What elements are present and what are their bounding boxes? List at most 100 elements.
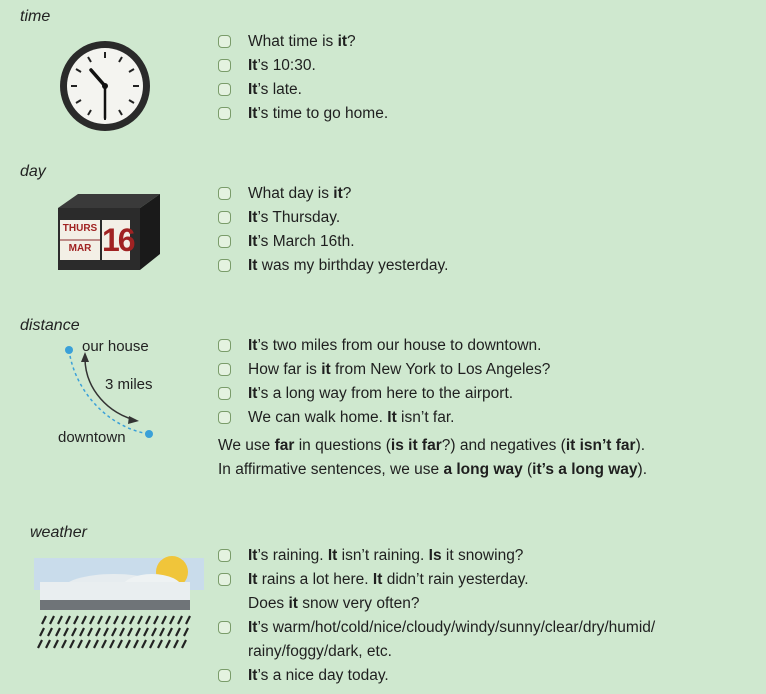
checkbox-icon[interactable] bbox=[218, 235, 231, 248]
bold-keyword: a long way bbox=[443, 461, 523, 478]
section-title-distance: distance bbox=[20, 317, 80, 334]
checkbox-icon[interactable] bbox=[218, 339, 231, 352]
bold-keyword: it bbox=[337, 33, 348, 50]
section-title-weather: weather bbox=[30, 524, 87, 541]
checkbox-icon[interactable] bbox=[218, 259, 231, 272]
clock-icon bbox=[60, 41, 150, 131]
checkbox-icon[interactable] bbox=[218, 573, 231, 586]
calendar-date: 16 bbox=[102, 222, 136, 258]
calendar-icon: THURS MAR 16 bbox=[50, 190, 165, 280]
checkbox-icon[interactable] bbox=[218, 411, 231, 424]
checkbox-icon[interactable] bbox=[218, 669, 231, 682]
example-sentence: How far is it from New York to Los Angel… bbox=[218, 358, 550, 382]
text-run: ). bbox=[635, 437, 646, 454]
checkbox-icon[interactable] bbox=[218, 107, 231, 120]
bold-keyword: it bbox=[333, 185, 343, 202]
text-run: it snowing? bbox=[441, 547, 524, 564]
bold-keyword: it’s a long way bbox=[532, 461, 638, 478]
text-run: ( bbox=[522, 461, 533, 478]
calendar-month: MAR bbox=[68, 243, 92, 254]
example-sentence: Does it snow very often? bbox=[218, 592, 655, 616]
weather-example-list: It’s raining. It isn’t raining. Is it sn… bbox=[218, 544, 655, 688]
label-our-house: our house bbox=[82, 338, 149, 355]
checkbox-icon[interactable] bbox=[218, 83, 231, 96]
text-run: ’s late. bbox=[257, 81, 302, 98]
calendar-weekday: THURS bbox=[62, 223, 98, 234]
text-run: ?) and negatives ( bbox=[441, 437, 566, 454]
example-sentence: It’s two miles from our house to downtow… bbox=[218, 334, 550, 358]
bold-keyword: it isn’t far bbox=[565, 437, 636, 454]
example-sentence: It’s raining. It isn’t raining. Is it sn… bbox=[218, 544, 655, 568]
text-run: How far is bbox=[248, 361, 322, 378]
bold-keyword: It bbox=[387, 409, 397, 426]
day-example-list: What day is it? It’s Thursday. It’s March … bbox=[218, 182, 448, 278]
example-sentence: We can walk home. It isn’t far. bbox=[218, 406, 550, 430]
checkbox-icon[interactable] bbox=[218, 59, 231, 72]
checkbox-icon[interactable] bbox=[218, 621, 231, 634]
text-run: rainy/foggy/dark, etc. bbox=[248, 643, 392, 660]
example-sentence: It’s late. bbox=[218, 78, 388, 102]
text-run: was my birthday yesterday. bbox=[257, 257, 449, 274]
text-run: snow very often? bbox=[297, 595, 420, 612]
checkbox-icon[interactable] bbox=[218, 387, 231, 400]
example-sentence: It’s warm/hot/cold/nice/cloudy/windy/sun… bbox=[218, 616, 655, 640]
text-run: isn’t raining. bbox=[337, 547, 429, 564]
text-run: What day is bbox=[248, 185, 334, 202]
text-run: isn’t far. bbox=[396, 409, 455, 426]
checkbox-icon[interactable] bbox=[218, 549, 231, 562]
example-sentence: What time is it? bbox=[218, 30, 388, 54]
text-run: We can walk home. bbox=[248, 409, 388, 426]
example-sentence: It’s Thursday. bbox=[218, 206, 448, 230]
checkbox-icon[interactable] bbox=[218, 363, 231, 376]
example-sentence: It’s March 16th. bbox=[218, 230, 448, 254]
text-run: ’s Thursday. bbox=[257, 209, 341, 226]
bold-keyword: It bbox=[372, 571, 383, 588]
text-run: in questions ( bbox=[294, 437, 391, 454]
text-run: We use bbox=[218, 437, 275, 454]
label-downtown: downtown bbox=[58, 429, 126, 446]
text-run: rains a lot here. bbox=[257, 571, 373, 588]
note-line: We use far in questions (is it far?) and… bbox=[218, 434, 647, 458]
bold-keyword: is it far bbox=[390, 437, 442, 454]
distance-usage-note: We use far in questions (is it far?) and… bbox=[218, 434, 647, 482]
checkbox-icon[interactable] bbox=[218, 187, 231, 200]
example-sentence: It’s a long way from here to the airport… bbox=[218, 382, 550, 406]
text-run: ’s a long way from here to the airport. bbox=[257, 385, 514, 402]
example-sentence: It’s time to go home. bbox=[218, 102, 388, 126]
bold-keyword: it bbox=[288, 595, 298, 612]
text-run: What time is bbox=[248, 33, 338, 50]
example-sentence: It’s a nice day today. bbox=[218, 664, 655, 688]
text-run: ’s raining. bbox=[257, 547, 328, 564]
bold-keyword: far bbox=[274, 437, 295, 454]
example-sentence: It rains a lot here. It didn’t rain yest… bbox=[218, 568, 655, 592]
label-three-miles: 3 miles bbox=[105, 376, 153, 393]
checkbox-icon[interactable] bbox=[218, 211, 231, 224]
text-run: ). bbox=[637, 461, 648, 478]
example-sentence: What day is it? bbox=[218, 182, 448, 206]
text-run: ’s warm/hot/cold/nice/cloudy/windy/sunny… bbox=[257, 619, 656, 636]
text-run: ? bbox=[342, 185, 352, 202]
text-run: ’s March 16th. bbox=[257, 233, 355, 250]
example-sentence: It was my birthday yesterday. bbox=[218, 254, 448, 278]
text-run: ’s a nice day today. bbox=[257, 667, 389, 684]
example-sentence: It’s 10:30. bbox=[218, 54, 388, 78]
text-run: ’s time to go home. bbox=[257, 105, 389, 122]
text-run: In affirmative sentences, we use bbox=[218, 461, 444, 478]
weather-icon bbox=[34, 548, 204, 660]
text-run: Does bbox=[248, 595, 289, 612]
section-title-day: day bbox=[20, 163, 46, 180]
bold-keyword: It bbox=[327, 547, 338, 564]
text-run: didn’t rain yesterday. bbox=[382, 571, 529, 588]
checkbox-icon[interactable] bbox=[218, 35, 231, 48]
text-run: ’s two miles from our house to downtown. bbox=[257, 337, 542, 354]
text-run: ’s 10:30. bbox=[257, 57, 316, 74]
text-run: from New York to Los Angeles? bbox=[330, 361, 551, 378]
bold-keyword: it bbox=[321, 361, 331, 378]
example-sentence: rainy/foggy/dark, etc. bbox=[218, 640, 655, 664]
note-line: In affirmative sentences, we use a long … bbox=[218, 458, 647, 482]
time-example-list: What time is it? It’s 10:30. It’s late. It’… bbox=[218, 30, 388, 126]
text-run: ? bbox=[347, 33, 356, 50]
distance-example-list: It ’s two miles from our house to downtow… bbox=[218, 334, 550, 430]
bold-keyword: Is bbox=[428, 547, 442, 564]
section-title-time: time bbox=[20, 8, 51, 25]
